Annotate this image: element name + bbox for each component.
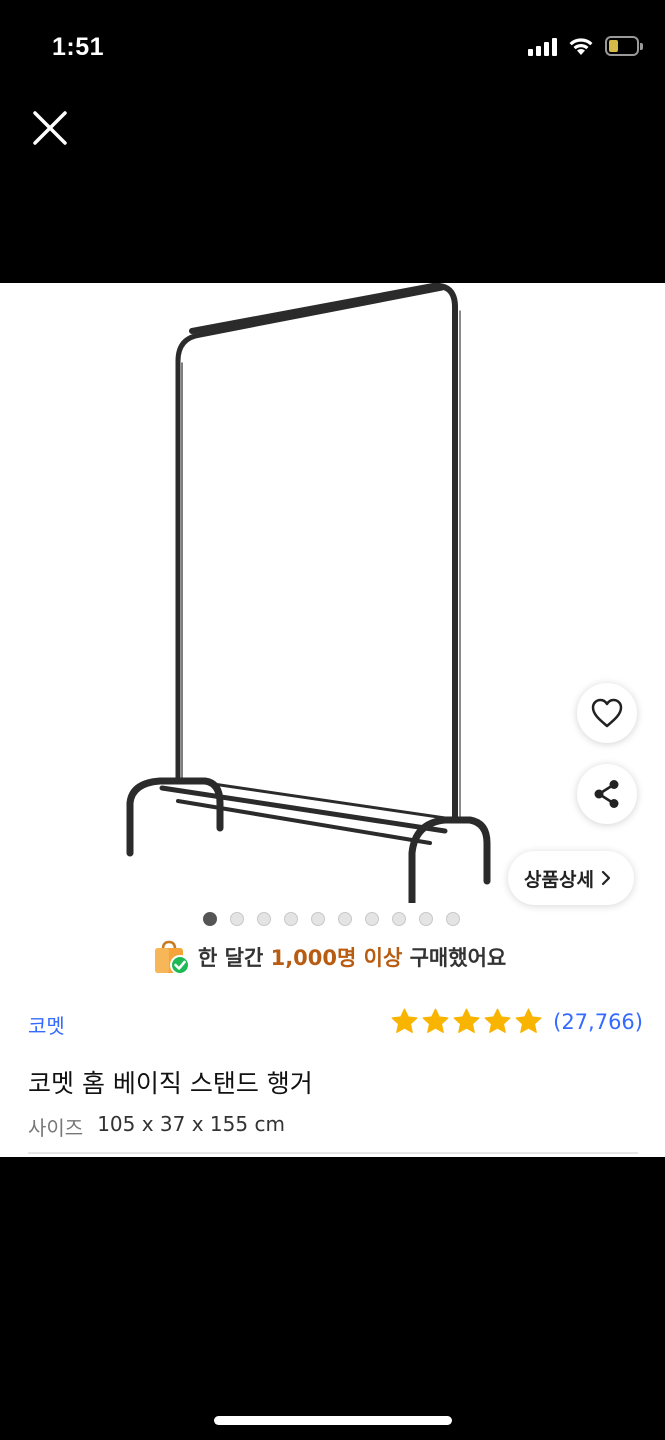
star-icon: [391, 1008, 418, 1033]
size-label: 사이즈: [28, 1116, 84, 1140]
signal-icon: [528, 36, 557, 56]
status-bar: 1:51 8: [0, 0, 665, 95]
star-icon: [422, 1008, 449, 1033]
chevron-right-icon: [601, 870, 611, 886]
wishlist-button[interactable]: [577, 683, 637, 743]
product-image[interactable]: [0, 283, 665, 903]
size-value: 105 x 37 x 155 cm: [97, 1112, 285, 1136]
product-detail-sheet: 상품상세 한 달간 1,000명 이상 구매했어요 코멧 (27,766) 코멧…: [0, 283, 665, 1157]
status-time: 1:51: [52, 33, 105, 61]
pagination-dot[interactable]: [284, 912, 298, 926]
review-count[interactable]: (27,766): [553, 1010, 643, 1034]
pagination-dot[interactable]: [446, 912, 460, 926]
pagination-dot[interactable]: [311, 912, 325, 926]
pagination-dot[interactable]: [230, 912, 244, 926]
pagination-dot[interactable]: [392, 912, 406, 926]
close-button[interactable]: [30, 108, 70, 148]
battery-icon: 8: [605, 36, 639, 56]
share-icon: [594, 780, 619, 808]
pagination-dot-active[interactable]: [203, 912, 217, 926]
battery-level: 8: [617, 37, 627, 54]
wifi-icon: [569, 38, 593, 55]
pagination-dot[interactable]: [338, 912, 352, 926]
purchase-prefix: 한 달간: [198, 946, 264, 970]
share-button[interactable]: [577, 764, 637, 824]
star-icon: [515, 1008, 542, 1033]
purchase-suffix: 구매했어요: [409, 946, 507, 970]
home-indicator[interactable]: [214, 1416, 452, 1425]
pagination-dot[interactable]: [419, 912, 433, 926]
star-icon: [453, 1008, 480, 1033]
product-detail-button[interactable]: 상품상세: [508, 851, 634, 905]
star-icon: [484, 1008, 511, 1033]
rating-stars: [390, 1007, 543, 1036]
status-icons: 8: [528, 36, 643, 56]
rating[interactable]: (27,766): [390, 1007, 643, 1036]
pagination-dot[interactable]: [365, 912, 379, 926]
purchase-count-banner: 한 달간 1,000명 이상 구매했어요: [152, 938, 506, 976]
shopping-bag-check-icon: [155, 940, 190, 975]
brand-link[interactable]: 코멧: [28, 1010, 65, 1039]
size-spec: 사이즈 105 x 37 x 155 cm: [28, 1112, 285, 1141]
close-icon: [33, 111, 67, 145]
purchase-highlight: 1,000명 이상: [270, 946, 403, 970]
pagination-dot[interactable]: [257, 912, 271, 926]
product-title: 코멧 홈 베이직 스탠드 행거: [28, 1069, 313, 1098]
image-pagination: [203, 912, 460, 926]
product-detail-label: 상품상세: [524, 868, 594, 891]
divider: [28, 1152, 638, 1154]
heart-icon: [591, 698, 623, 728]
